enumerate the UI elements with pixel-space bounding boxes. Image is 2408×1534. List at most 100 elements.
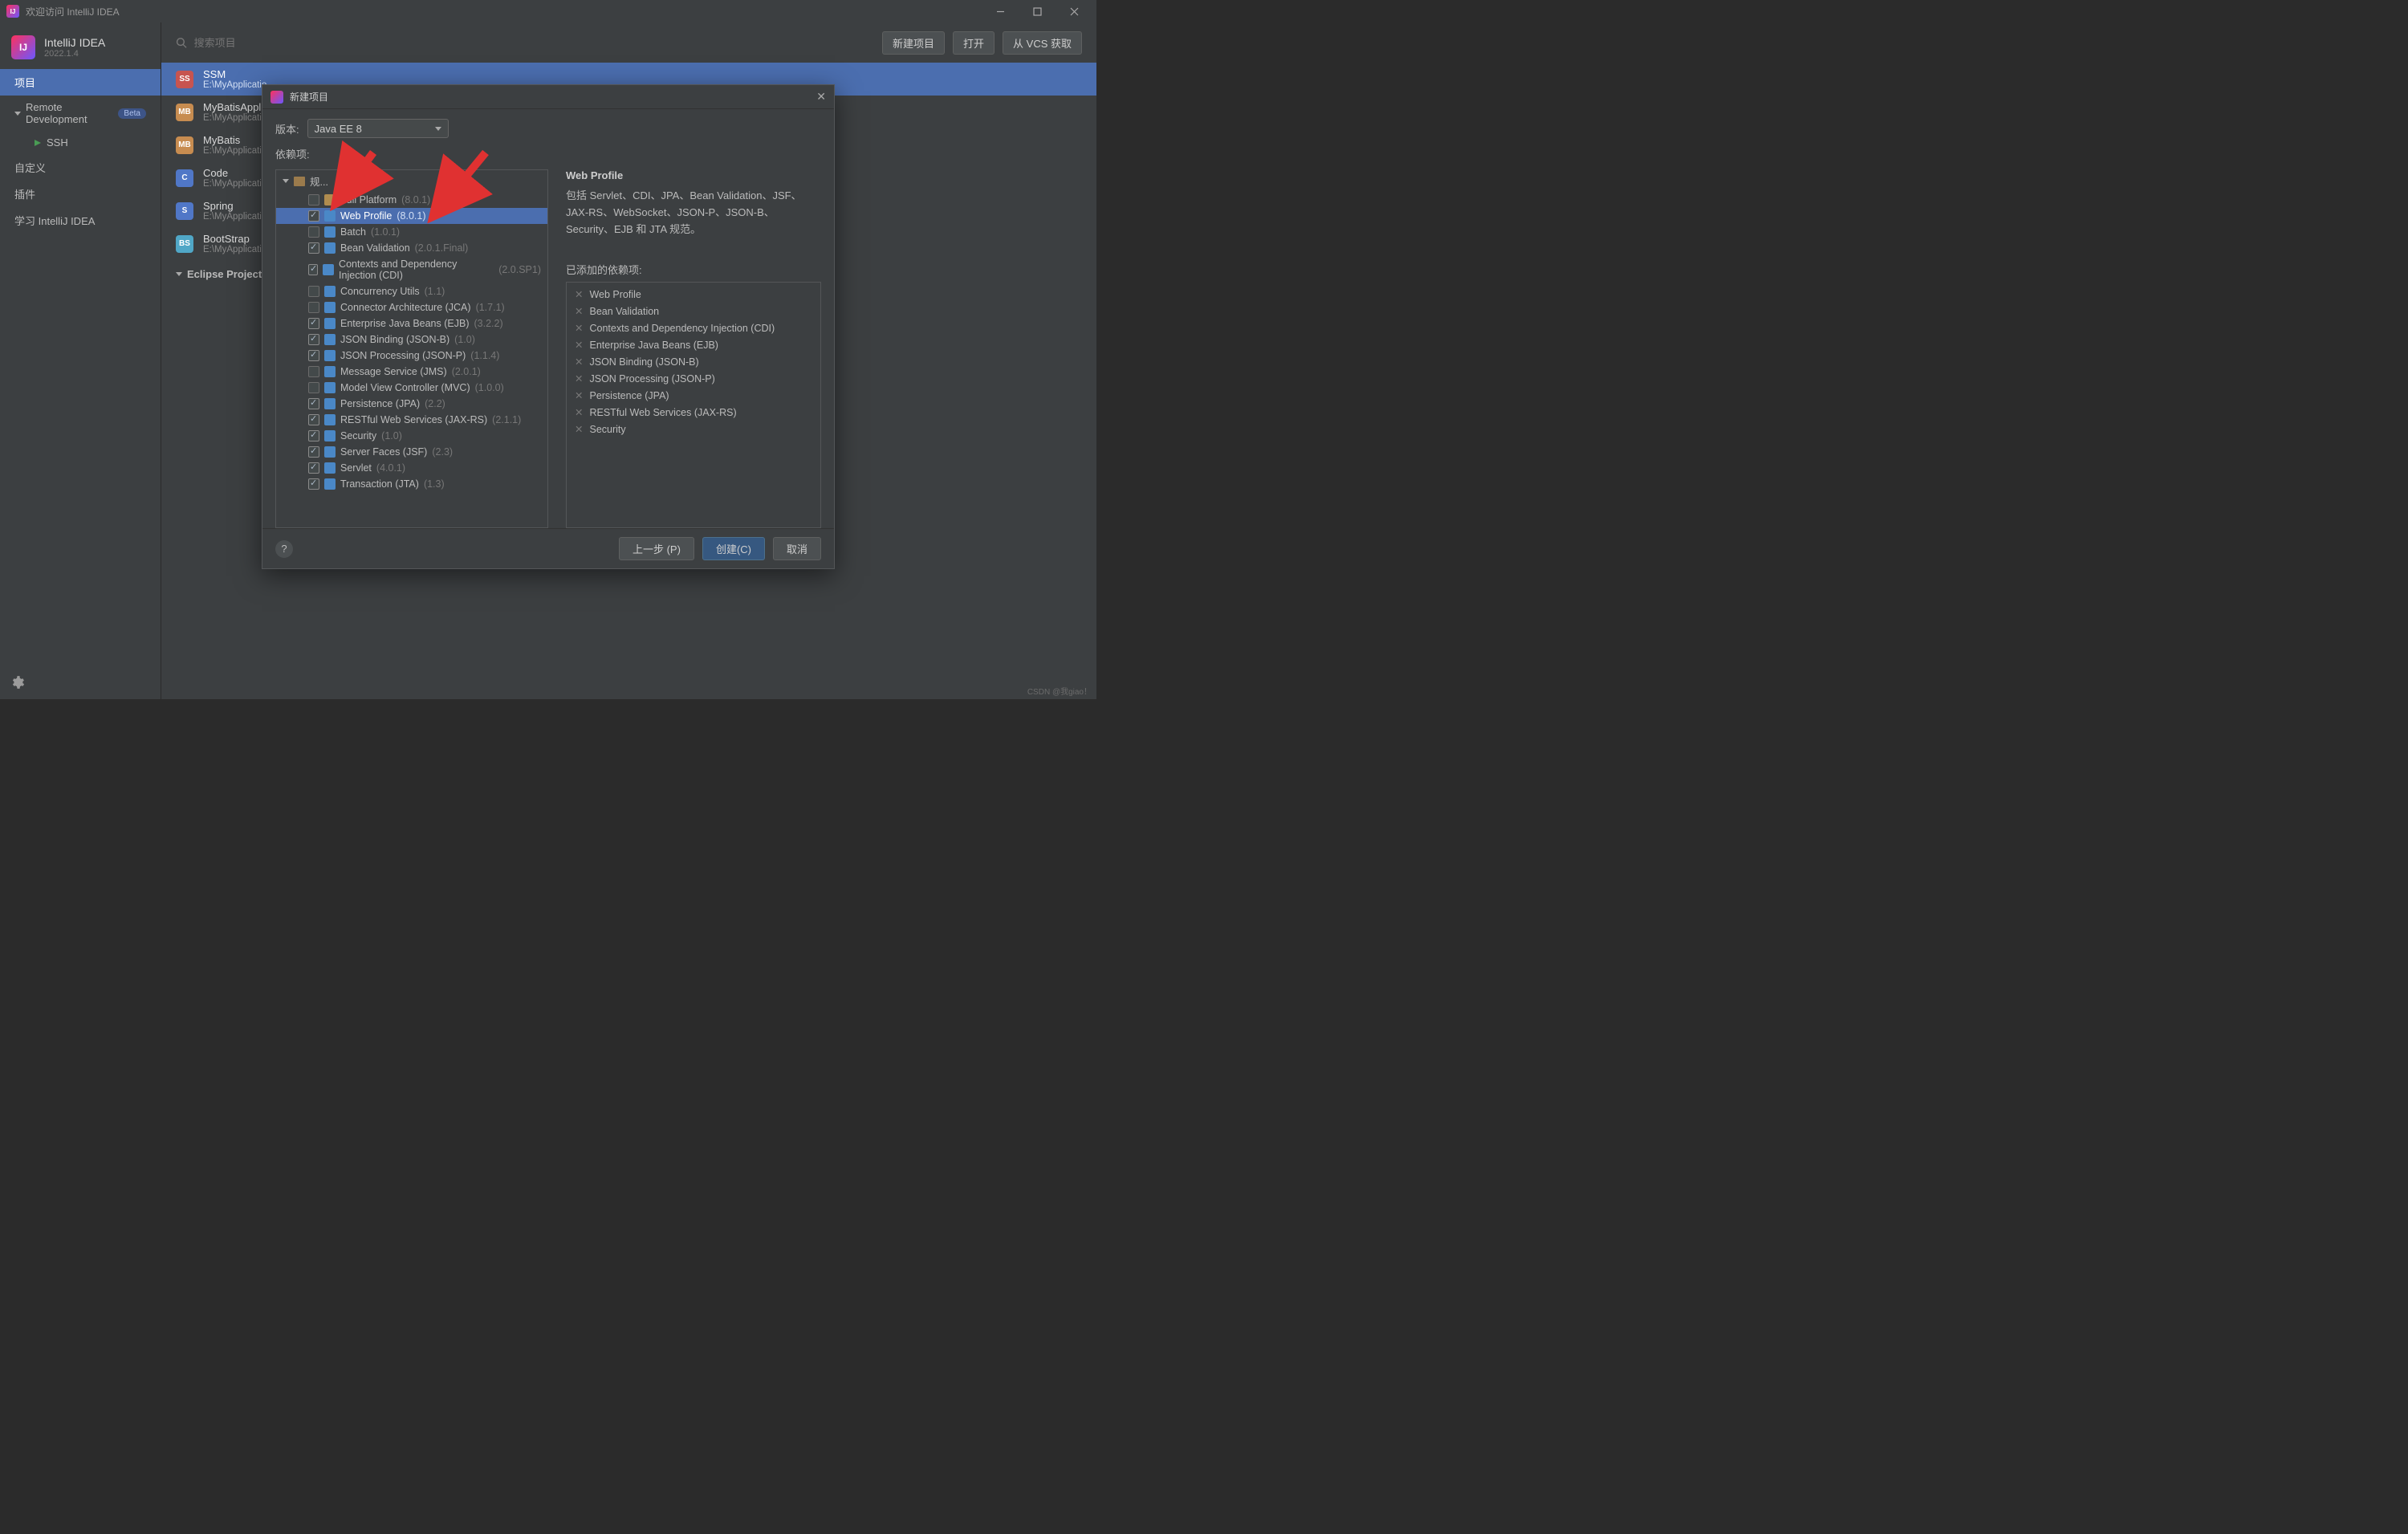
added-dependency-row: ✕Contexts and Dependency Injection (CDI) [567,319,820,336]
dependencies-tree[interactable]: 规... Full Platform (8.0.1)Web Profile (8… [275,169,548,528]
remove-dependency-icon[interactable]: ✕ [575,305,583,317]
search-input[interactable] [194,37,874,49]
dependency-item[interactable]: Transaction (JTA) (1.3) [276,476,547,492]
dependency-checkbox[interactable] [308,462,319,474]
dependency-name: Servlet [340,462,372,474]
remove-dependency-icon[interactable]: ✕ [575,389,583,401]
dependency-name: Security [340,430,376,441]
remove-dependency-icon[interactable]: ✕ [575,356,583,368]
spec-group-header[interactable]: 规... [276,170,547,192]
dependency-version: (2.1.1) [492,414,521,425]
remove-dependency-icon[interactable]: ✕ [575,288,583,300]
remove-dependency-icon[interactable]: ✕ [575,339,583,351]
sidebar-item-label: 自定义 [14,160,46,175]
help-icon[interactable]: ? [275,540,293,558]
dependency-checkbox[interactable] [308,446,319,458]
remove-dependency-icon[interactable]: ✕ [575,322,583,334]
dependency-checkbox[interactable] [308,194,319,205]
sidebar-item[interactable]: 项目 [0,69,161,96]
previous-button[interactable]: 上一步 (P) [619,537,694,560]
file-icon [324,334,336,345]
sidebar-item[interactable]: 自定义 [0,154,161,181]
sidebar-item-label: SSH [47,136,68,149]
dependency-checkbox[interactable] [308,264,318,275]
welcome-sidebar: IntelliJ IDEA 2022.1.4 项目Remote Developm… [0,22,161,699]
dependency-item[interactable]: Servlet (4.0.1) [276,460,547,476]
dependency-checkbox[interactable] [308,430,319,441]
dependency-checkbox[interactable] [308,318,319,329]
remove-dependency-icon[interactable]: ✕ [575,372,583,385]
dependency-checkbox[interactable] [308,478,319,490]
cancel-button[interactable]: 取消 [773,537,821,560]
dependency-item[interactable]: Message Service (JMS) (2.0.1) [276,364,547,380]
version-dropdown[interactable]: Java EE 8 [307,119,449,138]
added-dependency-row: ✕JSON Binding (JSON-B) [567,353,820,370]
dependency-item[interactable]: Enterprise Java Beans (EJB) (3.2.2) [276,315,547,332]
dependency-item[interactable]: Batch (1.0.1) [276,224,547,240]
dependency-item[interactable]: Contexts and Dependency Injection (CDI) … [276,256,547,283]
dependency-item[interactable]: Persistence (JPA) (2.2) [276,396,547,412]
welcome-toolbar: 新建项目 打开 从 VCS 获取 [161,22,1096,63]
dependency-checkbox[interactable] [308,242,319,254]
dependency-checkbox[interactable] [308,366,319,377]
remove-dependency-icon[interactable]: ✕ [575,406,583,418]
added-deps-list: ✕Web Profile✕Bean Validation✕Contexts an… [566,282,821,528]
dependency-name: Transaction (JTA) [340,478,419,490]
dependency-checkbox[interactable] [308,226,319,238]
dialog-close-icon[interactable]: ✕ [816,90,826,104]
added-dependency-name: Enterprise Java Beans (EJB) [589,340,718,351]
added-dependency-name: Persistence (JPA) [589,390,669,401]
dependency-item[interactable]: Bean Validation (2.0.1.Final) [276,240,547,256]
sidebar-item[interactable]: SSH [0,131,161,154]
remove-dependency-icon[interactable]: ✕ [575,423,583,435]
dependency-item[interactable]: Model View Controller (MVC) (1.0.0) [276,380,547,396]
file-icon [324,286,336,297]
dependency-item[interactable]: Concurrency Utils (1.1) [276,283,547,299]
sidebar-item[interactable]: Remote DevelopmentBeta [0,96,161,131]
create-button[interactable]: 创建(C) [702,537,765,560]
dependency-name: Contexts and Dependency Injection (CDI) [339,258,494,281]
dependency-checkbox[interactable] [308,398,319,409]
dependency-checkbox[interactable] [308,302,319,313]
dependency-item[interactable]: JSON Binding (JSON-B) (1.0) [276,332,547,348]
dependency-name: Batch [340,226,366,238]
dependency-item[interactable]: Server Faces (JSF) (2.3) [276,444,547,460]
dependency-item[interactable]: RESTful Web Services (JAX-RS) (2.1.1) [276,412,547,428]
dep-description-title: Web Profile [566,169,821,181]
dependency-checkbox[interactable] [308,334,319,345]
dependency-checkbox[interactable] [308,382,319,393]
dependency-version: (2.2) [425,398,445,409]
dependency-item[interactable]: Connector Architecture (JCA) (1.7.1) [276,299,547,315]
dependency-item[interactable]: Web Profile (8.0.1) [276,208,547,224]
settings-gear-icon[interactable] [0,668,161,699]
chevron-down-icon [435,127,441,131]
minimize-icon[interactable] [989,3,1011,19]
vcs-button[interactable]: 从 VCS 获取 [1003,31,1082,55]
new-project-button[interactable]: 新建项目 [882,31,945,55]
dependency-item[interactable]: Security (1.0) [276,428,547,444]
dependency-checkbox[interactable] [308,350,319,361]
search-box[interactable] [176,37,874,49]
dependency-checkbox[interactable] [308,414,319,425]
dependency-version: (1.0) [381,430,402,441]
dependency-item[interactable]: JSON Processing (JSON-P) (1.1.4) [276,348,547,364]
new-project-dialog: 新建项目 ✕ 版本: Java EE 8 依赖项: 规... Full Plat… [262,84,835,569]
project-avatar: MB [176,136,193,154]
dependency-checkbox[interactable] [308,210,319,222]
project-avatar: S [176,202,193,220]
dependency-version: (1.1) [425,286,445,297]
file-icon [324,478,336,490]
project-avatar: BS [176,235,193,253]
file-icon [324,446,336,458]
added-dependency-row: ✕ Persistence (JPA) [567,387,820,404]
dependency-name: Bean Validation [340,242,410,254]
dependency-checkbox[interactable] [308,286,319,297]
open-button[interactable]: 打开 [953,31,995,55]
sidebar-item[interactable]: 插件 [0,181,161,207]
added-dependency-name: Bean Validation [589,306,659,317]
close-icon[interactable] [1063,3,1085,19]
sidebar-item[interactable]: 学习 IntelliJ IDEA [0,207,161,234]
dependency-version: (1.0.0) [475,382,504,393]
maximize-icon[interactable] [1026,3,1048,19]
dependency-item[interactable]: Full Platform (8.0.1) [276,192,547,208]
